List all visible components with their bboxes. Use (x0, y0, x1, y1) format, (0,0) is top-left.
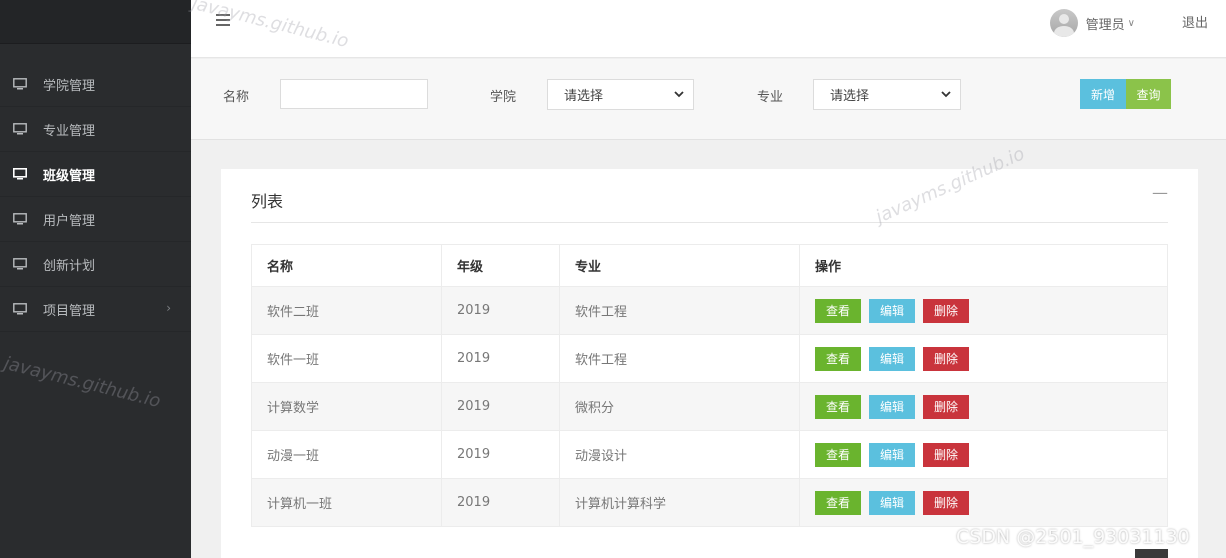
delete-button[interactable]: 删除 (923, 346, 969, 371)
college-select[interactable]: 请选择 (547, 79, 694, 110)
table-row: 计算机一班 2019 计算机计算科学 查看 编辑 删除 (251, 478, 1168, 527)
cell-grade: 2019 (441, 382, 560, 431)
monitor-icon (13, 78, 27, 90)
name-label: 名称 (223, 90, 250, 105)
cell-major: 动漫设计 (559, 430, 800, 479)
panel-title: 列表 (251, 192, 284, 211)
sidebar-menu: 学院管理 专业管理 班级管理 用户管理 创新计划 项目管理 › (0, 62, 191, 332)
edit-button[interactable]: 编辑 (869, 298, 915, 323)
filter-bar: 名称 学院 请选择 专业 请选择 新增 查询 (191, 59, 1226, 140)
monitor-icon (13, 303, 27, 315)
monitor-icon (13, 258, 27, 270)
chevron-down-icon (941, 88, 951, 101)
cell-major: 软件工程 (559, 286, 800, 335)
sidebar-item-college[interactable]: 学院管理 (0, 62, 191, 107)
edit-button[interactable]: 编辑 (869, 490, 915, 515)
cell-major: 计算机计算科学 (559, 478, 800, 527)
cell-name: 动漫一班 (251, 430, 442, 479)
chevron-down-icon: ∨ (1127, 17, 1135, 29)
column-header-grade: 年级 (441, 244, 560, 287)
cell-name: 软件一班 (251, 334, 442, 383)
cell-actions: 查看 编辑 删除 (799, 334, 1168, 383)
query-button[interactable]: 查询 (1126, 79, 1171, 109)
sidebar-item-label: 项目管理 (43, 303, 96, 319)
view-button[interactable]: 查看 (815, 442, 861, 467)
table-row: 动漫一班 2019 动漫设计 查看 编辑 删除 (251, 430, 1168, 479)
sidebar-item-label: 学院管理 (43, 78, 96, 94)
table-row: 计算数学 2019 微积分 查看 编辑 删除 (251, 382, 1168, 431)
cell-actions: 查看 编辑 删除 (799, 430, 1168, 479)
view-button[interactable]: 查看 (815, 490, 861, 515)
chevron-down-icon (674, 88, 684, 101)
add-button[interactable]: 新增 (1080, 79, 1126, 109)
sidebar-logo-area (0, 0, 191, 44)
hamburger-menu-icon[interactable] (216, 14, 230, 26)
cell-name: 计算数学 (251, 382, 442, 431)
collapse-icon[interactable]: — (1152, 183, 1168, 202)
list-panel: 列表 — 名称 年级 专业 操作 软件二班 2019 软件工程 查看 编辑 删除 软… (221, 169, 1198, 558)
user-name: 管理员 (1085, 17, 1125, 33)
delete-button[interactable]: 删除 (923, 298, 969, 323)
sidebar-item-user[interactable]: 用户管理 (0, 197, 191, 242)
column-header-name: 名称 (251, 244, 442, 287)
edit-button[interactable]: 编辑 (869, 346, 915, 371)
sidebar-item-label: 创新计划 (43, 258, 96, 274)
cell-name: 软件二班 (251, 286, 442, 335)
table-row: 软件二班 2019 软件工程 查看 编辑 删除 (251, 286, 1168, 335)
sidebar-item-project[interactable]: 项目管理 › (0, 287, 191, 332)
edit-button[interactable]: 编辑 (869, 394, 915, 419)
class-table: 名称 年级 专业 操作 软件二班 2019 软件工程 查看 编辑 删除 软件一班 2… (251, 244, 1168, 527)
edit-button[interactable]: 编辑 (869, 442, 915, 467)
cell-actions: 查看 编辑 删除 (799, 382, 1168, 431)
avatar (1049, 9, 1078, 37)
divider (251, 222, 1168, 223)
cell-actions: 查看 编辑 删除 (799, 478, 1168, 527)
view-button[interactable]: 查看 (815, 346, 861, 371)
major-select-value: 请选择 (830, 89, 870, 104)
cell-grade: 2019 (441, 430, 560, 479)
chevron-right-icon: › (166, 301, 171, 315)
monitor-icon (13, 168, 27, 180)
view-button[interactable]: 查看 (815, 298, 861, 323)
cell-actions: 查看 编辑 删除 (799, 286, 1168, 335)
delete-button[interactable]: 删除 (923, 394, 969, 419)
cell-grade: 2019 (441, 478, 560, 527)
name-input[interactable] (280, 79, 428, 109)
column-header-major: 专业 (559, 244, 800, 287)
college-select-value: 请选择 (564, 89, 604, 104)
sidebar-item-label: 用户管理 (43, 213, 96, 229)
monitor-icon (13, 123, 27, 135)
top-bar: 管理员 ∨ 退出 (191, 0, 1226, 58)
scroll-top-button[interactable] (1135, 549, 1168, 558)
cell-grade: 2019 (441, 334, 560, 383)
column-header-actions: 操作 (799, 244, 1168, 287)
user-menu[interactable]: 管理员 ∨ (1049, 9, 1135, 37)
sidebar-item-class[interactable]: 班级管理 (0, 152, 191, 197)
cell-name: 计算机一班 (251, 478, 442, 527)
sidebar-item-innovation[interactable]: 创新计划 (0, 242, 191, 287)
cell-grade: 2019 (441, 286, 560, 335)
cell-major: 微积分 (559, 382, 800, 431)
sidebar-item-major[interactable]: 专业管理 (0, 107, 191, 152)
sidebar: 学院管理 专业管理 班级管理 用户管理 创新计划 项目管理 › (0, 0, 191, 558)
sidebar-item-label: 班级管理 (43, 168, 96, 184)
major-label: 专业 (757, 90, 784, 105)
delete-button[interactable]: 删除 (923, 442, 969, 467)
sidebar-item-label: 专业管理 (43, 123, 96, 139)
delete-button[interactable]: 删除 (923, 490, 969, 515)
cell-major: 软件工程 (559, 334, 800, 383)
major-select[interactable]: 请选择 (813, 79, 961, 110)
monitor-icon (13, 213, 27, 225)
view-button[interactable]: 查看 (815, 394, 861, 419)
logout-link[interactable]: 退出 (1182, 12, 1208, 31)
college-label: 学院 (490, 90, 517, 105)
table-row: 软件一班 2019 软件工程 查看 编辑 删除 (251, 334, 1168, 383)
table-header-row: 名称 年级 专业 操作 (251, 244, 1168, 287)
